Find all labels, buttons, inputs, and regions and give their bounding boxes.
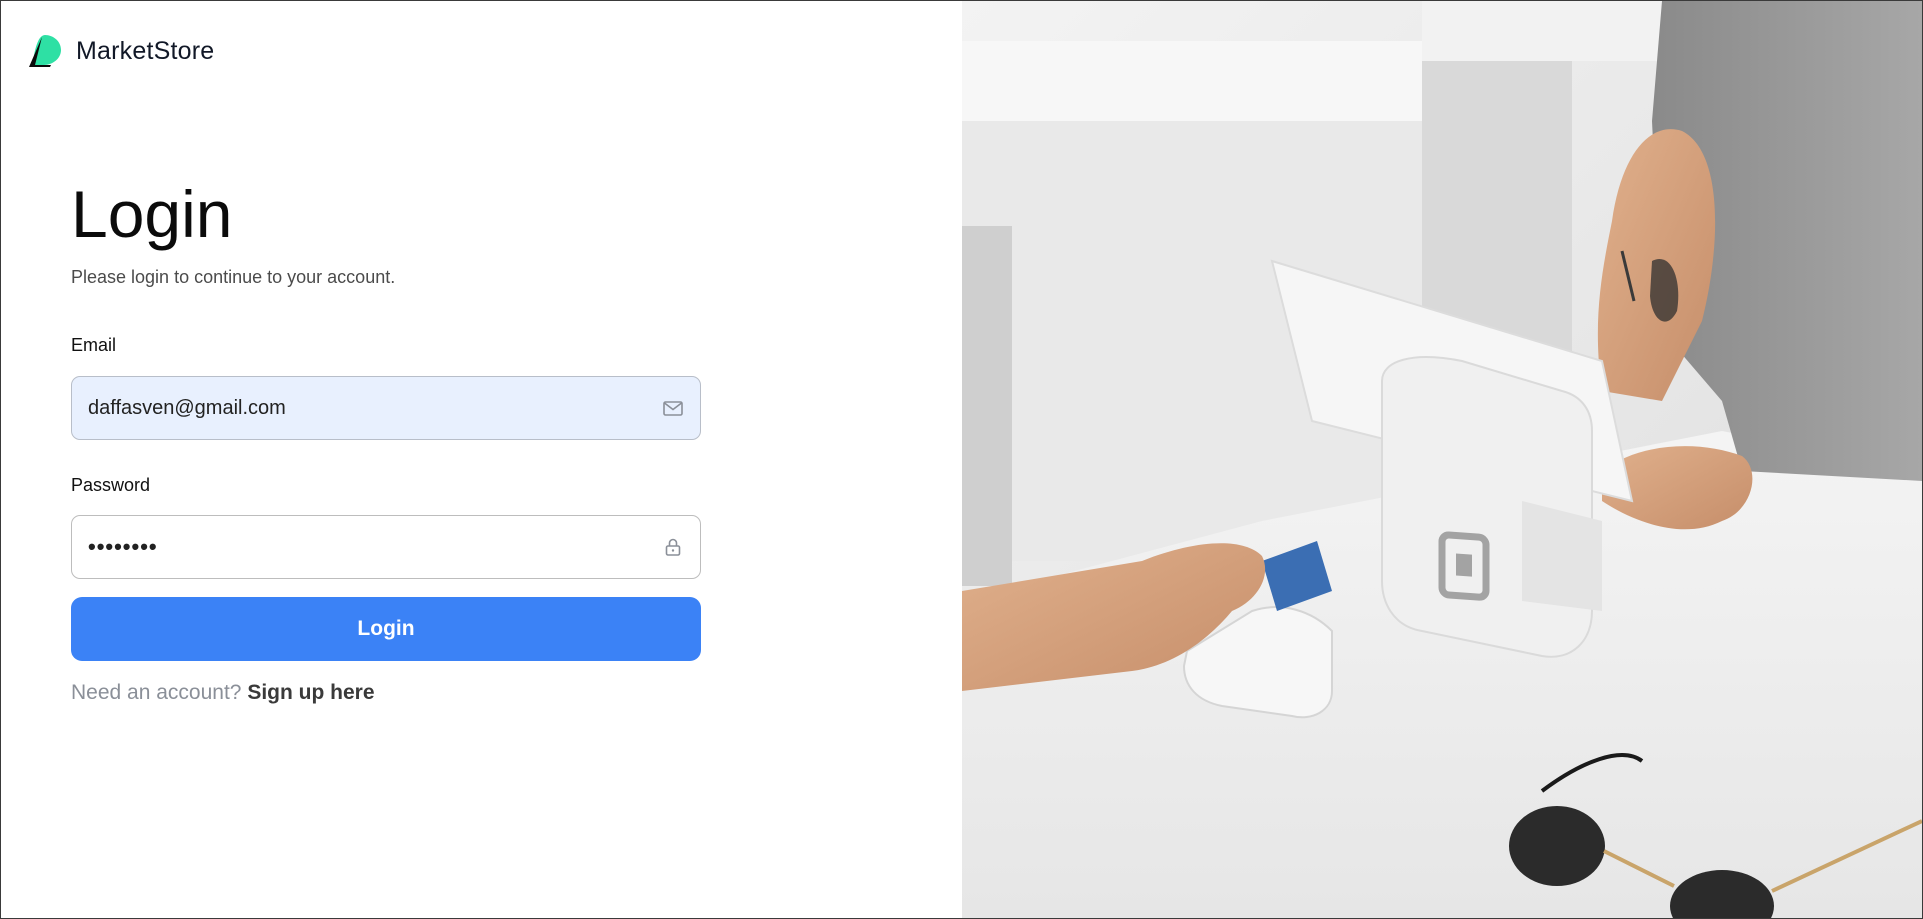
login-panel: MarketStore Login Please login to contin…: [1, 1, 962, 918]
login-page: MarketStore Login Please login to contin…: [0, 0, 1923, 919]
email-field[interactable]: [71, 376, 701, 440]
email-input[interactable]: [88, 396, 662, 420]
hero-image: [962, 1, 1922, 918]
login-button[interactable]: Login: [71, 597, 701, 661]
signup-prompt: Need an account?: [71, 681, 242, 704]
leaf-logo-icon: [28, 34, 62, 68]
brand[interactable]: MarketStore: [28, 34, 214, 68]
mail-icon: [662, 397, 684, 419]
password-input[interactable]: [88, 534, 662, 560]
password-field[interactable]: [71, 515, 701, 579]
password-label: Password: [71, 475, 151, 495]
signup-row: Need an account? Sign up here: [71, 681, 375, 705]
point-of-sale-illustration: [962, 1, 1922, 918]
email-label: Email: [71, 335, 117, 355]
page-subtitle: Please login to continue to your account…: [71, 267, 396, 287]
page-title: Login: [71, 177, 233, 251]
brand-name: MarketStore: [76, 36, 215, 65]
signup-link[interactable]: Sign up here: [247, 681, 374, 704]
lock-icon: [662, 536, 684, 558]
